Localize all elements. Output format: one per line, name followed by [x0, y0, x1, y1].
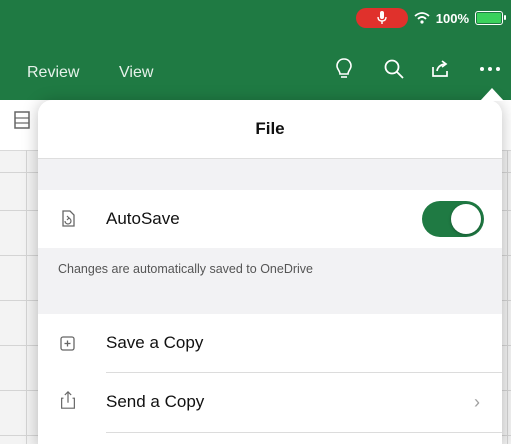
- file-actions-section: Save a Copy Send a Copy ›: [38, 314, 502, 444]
- tab-review[interactable]: Review: [27, 64, 79, 82]
- microphone-indicator: [355, 8, 408, 28]
- wifi-icon: [414, 12, 430, 24]
- save-a-copy-row[interactable]: Save a Copy: [38, 314, 502, 372]
- autosave-icon: [62, 210, 75, 227]
- grid-line: [26, 150, 27, 444]
- popover-arrow: [480, 88, 504, 101]
- more-icon[interactable]: [477, 56, 503, 82]
- microphone-icon: [377, 11, 387, 24]
- save-a-copy-label: Save a Copy: [106, 333, 204, 352]
- status-bar: 100%: [355, 8, 506, 28]
- search-icon[interactable]: [381, 56, 407, 82]
- send-copy-icon: [61, 390, 75, 409]
- autosave-section: AutoSave: [38, 190, 502, 248]
- battery-icon: [475, 11, 506, 25]
- row-divider: [106, 432, 502, 433]
- autosave-label: AutoSave: [106, 209, 180, 228]
- ribbon-layout-icon[interactable]: [14, 110, 30, 130]
- file-popover: File AutoSave Changes are automatically …: [38, 100, 502, 444]
- grid-line: [507, 150, 508, 444]
- send-a-copy-label: Send a Copy: [106, 392, 205, 411]
- app-toolbar: 100% Review View: [0, 0, 511, 100]
- send-a-copy-row[interactable]: Send a Copy ›: [38, 373, 502, 431]
- share-icon[interactable]: [427, 56, 453, 82]
- chevron-right-icon: ›: [474, 391, 480, 412]
- popover-header: File: [38, 100, 502, 159]
- battery-percentage: 100%: [435, 10, 469, 26]
- lightbulb-icon[interactable]: [331, 56, 357, 82]
- toggle-knob: [451, 204, 481, 234]
- tab-view[interactable]: View: [119, 64, 153, 82]
- save-copy-icon: [60, 336, 75, 351]
- autosave-row: AutoSave: [38, 190, 502, 248]
- popover-title: File: [255, 119, 285, 138]
- autosave-note: Changes are automatically saved to OneDr…: [58, 262, 313, 276]
- autosave-toggle[interactable]: [422, 201, 484, 237]
